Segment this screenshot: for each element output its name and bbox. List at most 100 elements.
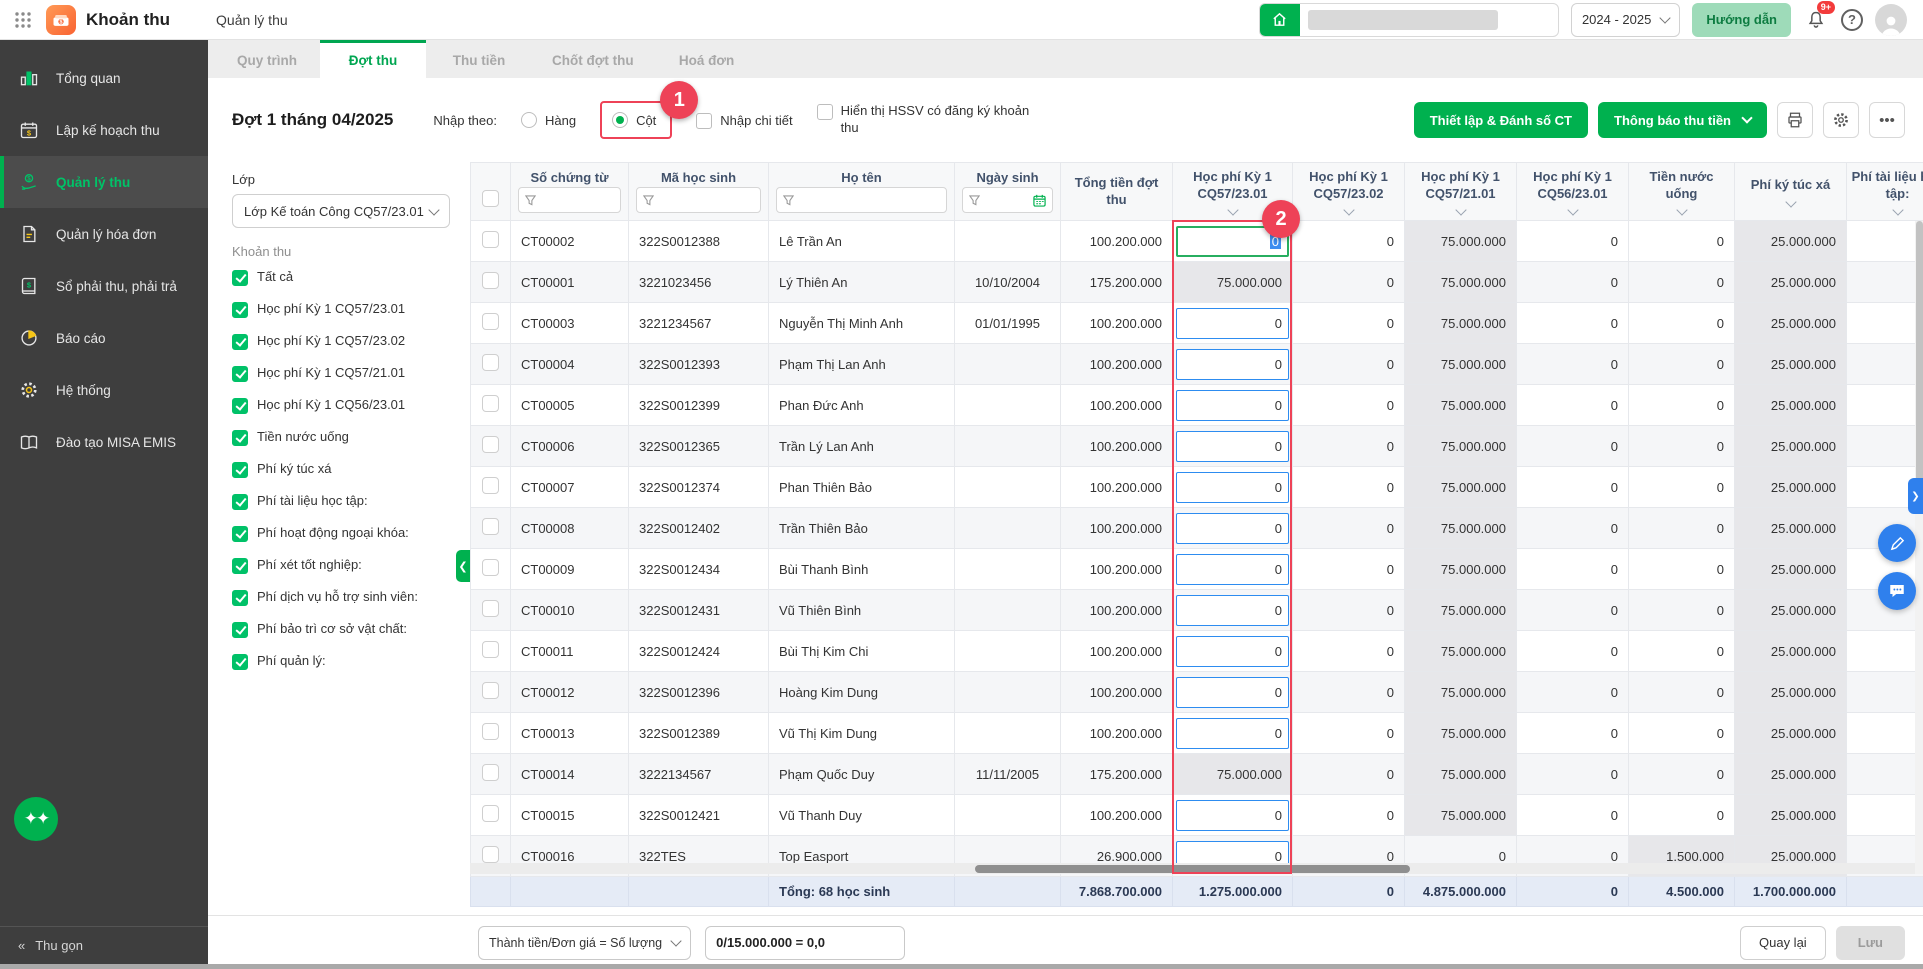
fee-filter-checkbox-10[interactable]: Phí dịch vụ hỗ trợ sinh viên: — [232, 581, 450, 613]
fee-filter-checkbox-4[interactable]: Học phí Kỳ 1 CQ56/23.01 — [232, 389, 450, 421]
top-menu-quan-ly-thu[interactable]: Quản lý thu — [216, 12, 288, 28]
row-checkbox[interactable] — [482, 600, 499, 617]
class-select[interactable]: Lớp Kế toán Công CQ57/23.01 — [232, 194, 450, 228]
side-panel-expand-handle[interactable]: ❯ — [1908, 478, 1923, 514]
row-checkbox[interactable] — [482, 559, 499, 576]
header-hoc-phi-3[interactable]: Học phí Kỳ 1 CQ57/21.01 — [1405, 163, 1517, 221]
help-icon[interactable]: ? — [1841, 9, 1863, 31]
row-checkbox[interactable] — [482, 395, 499, 412]
fee-filter-checkbox-2[interactable]: Học phí Kỳ 1 CQ57/23.02 — [232, 325, 450, 357]
checkbox-detail[interactable]: Nhập chi tiết — [696, 112, 792, 129]
header-hoc-phi-4[interactable]: Học phí Kỳ 1 CQ56/23.01 — [1517, 163, 1629, 221]
vertical-scrollbar-thumb[interactable] — [1916, 221, 1923, 483]
tab-dot-thu[interactable]: Đợt thu — [320, 40, 426, 78]
sidebar-item-dao-tao-misa-emis[interactable]: Đào tạo MISA EMIS — [0, 416, 208, 468]
row-checkbox[interactable] — [482, 682, 499, 699]
guide-button[interactable]: Hướng dẫn — [1692, 3, 1791, 37]
sidebar-item-tong-quan[interactable]: Tổng quan — [0, 52, 208, 104]
cell-ho-ten: Lý Thiên An — [769, 262, 955, 303]
fee-filter-checkbox-5[interactable]: Tiền nước uống — [232, 421, 450, 453]
row-checkbox[interactable] — [482, 477, 499, 494]
hoc-phi-1-input[interactable]: 0 — [1176, 677, 1289, 708]
checkbox-registered-only[interactable]: Hiển thị HSSV có đăng ký khoản thu — [817, 103, 1035, 137]
feedback-button[interactable] — [1878, 524, 1916, 562]
row-checkbox[interactable] — [482, 805, 499, 822]
row-checkbox[interactable] — [482, 436, 499, 453]
school-year-select[interactable]: 2024 - 2025 — [1571, 3, 1680, 37]
filter-ngay-sinh[interactable] — [962, 187, 1053, 213]
hoc-phi-1-input[interactable]: 0 — [1176, 431, 1289, 462]
payment-notice-button[interactable]: Thông báo thu tiền — [1598, 102, 1767, 138]
fee-filter-checkbox-12[interactable]: Phí quản lý: — [232, 645, 450, 677]
sidebar-item-quan-ly-hoa-don[interactable]: Quản lý hóa đơn — [0, 208, 208, 260]
select-all-checkbox[interactable] — [482, 190, 499, 207]
fee-filter-checkbox-1[interactable]: Học phí Kỳ 1 CQ57/23.01 — [232, 293, 450, 325]
hoc-phi-1-input[interactable]: 0 — [1176, 308, 1289, 339]
user-avatar[interactable] — [1875, 4, 1907, 36]
fee-filter-checkbox-6[interactable]: Phí ký túc xá — [232, 453, 450, 485]
tab-hoa-don[interactable]: Hoá đơn — [654, 40, 760, 78]
back-button[interactable]: Quay lại — [1740, 926, 1826, 960]
hoc-phi-1-input[interactable]: 0 — [1176, 800, 1289, 831]
fee-filter-checkbox-7[interactable]: Phí tài liệu học tập: — [232, 485, 450, 517]
home-button[interactable] — [1260, 4, 1300, 36]
hoc-phi-1-input[interactable]: 0 — [1176, 390, 1289, 421]
cell-tien-nuoc: 0 — [1629, 631, 1735, 672]
sidebar-item-he-thong[interactable]: Hệ thống — [0, 364, 208, 416]
filter-ho-ten[interactable] — [776, 187, 947, 213]
row-checkbox[interactable] — [482, 518, 499, 535]
header-hoc-phi-2[interactable]: Học phí Kỳ 1 CQ57/23.02 — [1293, 163, 1405, 221]
radio-column[interactable]: Cột — [612, 112, 656, 128]
fee-filter-checkbox-3[interactable]: Học phí Kỳ 1 CQ57/21.01 — [232, 357, 450, 389]
row-checkbox[interactable] — [482, 272, 499, 289]
filter-ma-hoc-sinh[interactable] — [636, 187, 761, 213]
fee-filter-checkbox-0[interactable]: Tất cả — [232, 261, 450, 293]
school-name-field[interactable] — [1300, 4, 1558, 36]
header-tai-lieu[interactable]: Phí tài liệu học tập: — [1847, 163, 1923, 221]
hoc-phi-1-input[interactable]: 0 — [1176, 513, 1289, 544]
row-checkbox[interactable] — [482, 354, 499, 371]
table-settings-button[interactable] — [1823, 102, 1859, 138]
cell-ho-ten: Lê Trần An — [769, 221, 955, 262]
row-checkbox[interactable] — [482, 764, 499, 781]
tab-thu-tien[interactable]: Thu tiền — [426, 40, 532, 78]
more-options-button[interactable]: ••• — [1869, 102, 1905, 138]
sidebar-item-lap-ke-hoach-thu[interactable]: $Lập kế hoạch thu — [0, 104, 208, 156]
row-checkbox[interactable] — [482, 846, 499, 863]
radio-row[interactable]: Hàng — [521, 112, 576, 128]
header-ky-tuc-xa[interactable]: Phí ký túc xá — [1735, 163, 1847, 221]
tab-quy-trinh[interactable]: Quy trình — [214, 40, 320, 78]
row-checkbox[interactable] — [482, 313, 499, 330]
hoc-phi-1-input[interactable]: 0 — [1176, 636, 1289, 667]
hoc-phi-1-input[interactable]: 0 — [1176, 595, 1289, 626]
sidebar-item-bao-cao[interactable]: Báo cáo — [0, 312, 208, 364]
app-grid-menu-icon[interactable] — [12, 9, 34, 31]
setup-numbering-button[interactable]: Thiết lập & Đánh số CT — [1414, 102, 1588, 138]
filter-so-chung-tu[interactable] — [518, 187, 621, 213]
row-checkbox[interactable] — [482, 723, 499, 740]
row-checkbox[interactable] — [482, 231, 499, 248]
header-tien-nuoc[interactable]: Tiền nước uống — [1629, 163, 1735, 221]
row-checkbox[interactable] — [482, 641, 499, 658]
page-title: Đợt 1 tháng 04/2025 — [232, 110, 393, 130]
fee-filter-checkbox-9[interactable]: Phí xét tốt nghiệp: — [232, 549, 450, 581]
fee-filter-checkbox-11[interactable]: Phí bảo trì cơ sở vật chất: — [232, 613, 450, 645]
hoc-phi-1-input[interactable]: 0 — [1176, 718, 1289, 749]
formula-value-field[interactable]: 0/15.000.000 = 0,0 — [705, 926, 905, 960]
chat-support-button[interactable] — [1878, 572, 1916, 610]
fee-filter-checkbox-8[interactable]: Phí hoạt động ngoại khóa: — [232, 517, 450, 549]
notifications-bell-icon[interactable]: 9+ — [1803, 7, 1829, 33]
sidebar-item-so-phai-thu-phai-tra[interactable]: $Sổ phải thu, phải trả — [0, 260, 208, 312]
sidebar-collapse-button[interactable]: « Thu gọn — [0, 926, 208, 964]
formula-mode-select[interactable]: Thành tiền/Đơn giá = Số lượng — [478, 926, 691, 960]
whats-new-button[interactable]: ✦✦ — [14, 797, 58, 841]
hoc-phi-1-input[interactable]: 0 — [1176, 472, 1289, 503]
hoc-phi-1-input[interactable]: 0 — [1176, 349, 1289, 380]
tab-chot-dot-thu[interactable]: Chốt đợt thu — [532, 40, 654, 78]
horizontal-scrollbar-thumb[interactable] — [975, 865, 1410, 873]
save-button[interactable]: Lưu — [1836, 926, 1905, 960]
sidebar-item-quan-ly-thu[interactable]: $Quản lý thu — [0, 156, 208, 208]
filter-collapse-handle[interactable]: ❮ — [456, 550, 470, 582]
print-button[interactable] — [1777, 102, 1813, 138]
hoc-phi-1-input[interactable]: 0 — [1176, 554, 1289, 585]
